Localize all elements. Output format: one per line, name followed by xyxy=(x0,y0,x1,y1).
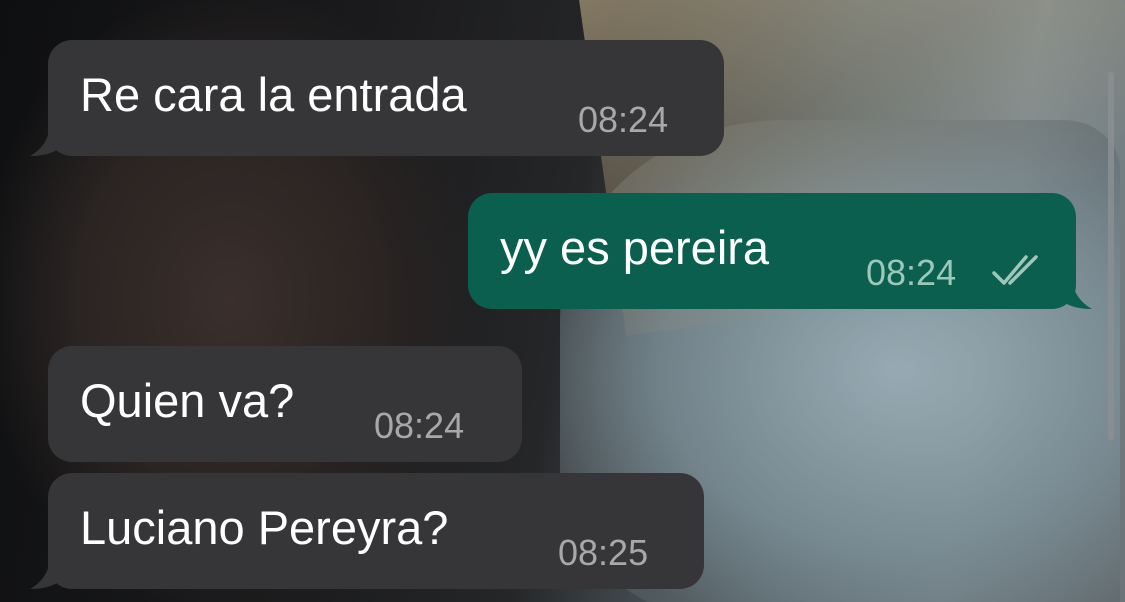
message-text: Re cara la entrada xyxy=(80,68,467,121)
double-check-read-icon xyxy=(992,255,1038,285)
message-timestamp: 08:25 xyxy=(558,532,649,573)
bubble-tail-icon xyxy=(30,559,64,589)
bubble-tail-icon xyxy=(1058,279,1092,309)
message-bubble-incoming[interactable]: Luciano Pereyra? 08:25 xyxy=(48,473,704,589)
message-timestamp: 08:24 xyxy=(578,99,669,140)
message-bubble-outgoing[interactable]: yy es pereira 08:24 xyxy=(468,193,1076,309)
message-timestamp: 08:24 xyxy=(866,252,957,293)
message-text: Quien va? xyxy=(80,374,295,427)
message-timestamp: 08:24 xyxy=(374,405,465,446)
message-text: yy es pereira xyxy=(500,221,770,274)
message-text: Luciano Pereyra? xyxy=(80,501,449,554)
message-list[interactable]: Re cara la entrada 08:24 yy es pereira 0… xyxy=(0,0,1125,602)
message-bubble-incoming[interactable]: Re cara la entrada 08:24 xyxy=(48,40,724,156)
scrollbar[interactable] xyxy=(1108,72,1114,440)
message-bubble-incoming[interactable]: Quien va? 08:24 xyxy=(48,346,522,462)
bubble-tail-icon xyxy=(30,126,64,156)
